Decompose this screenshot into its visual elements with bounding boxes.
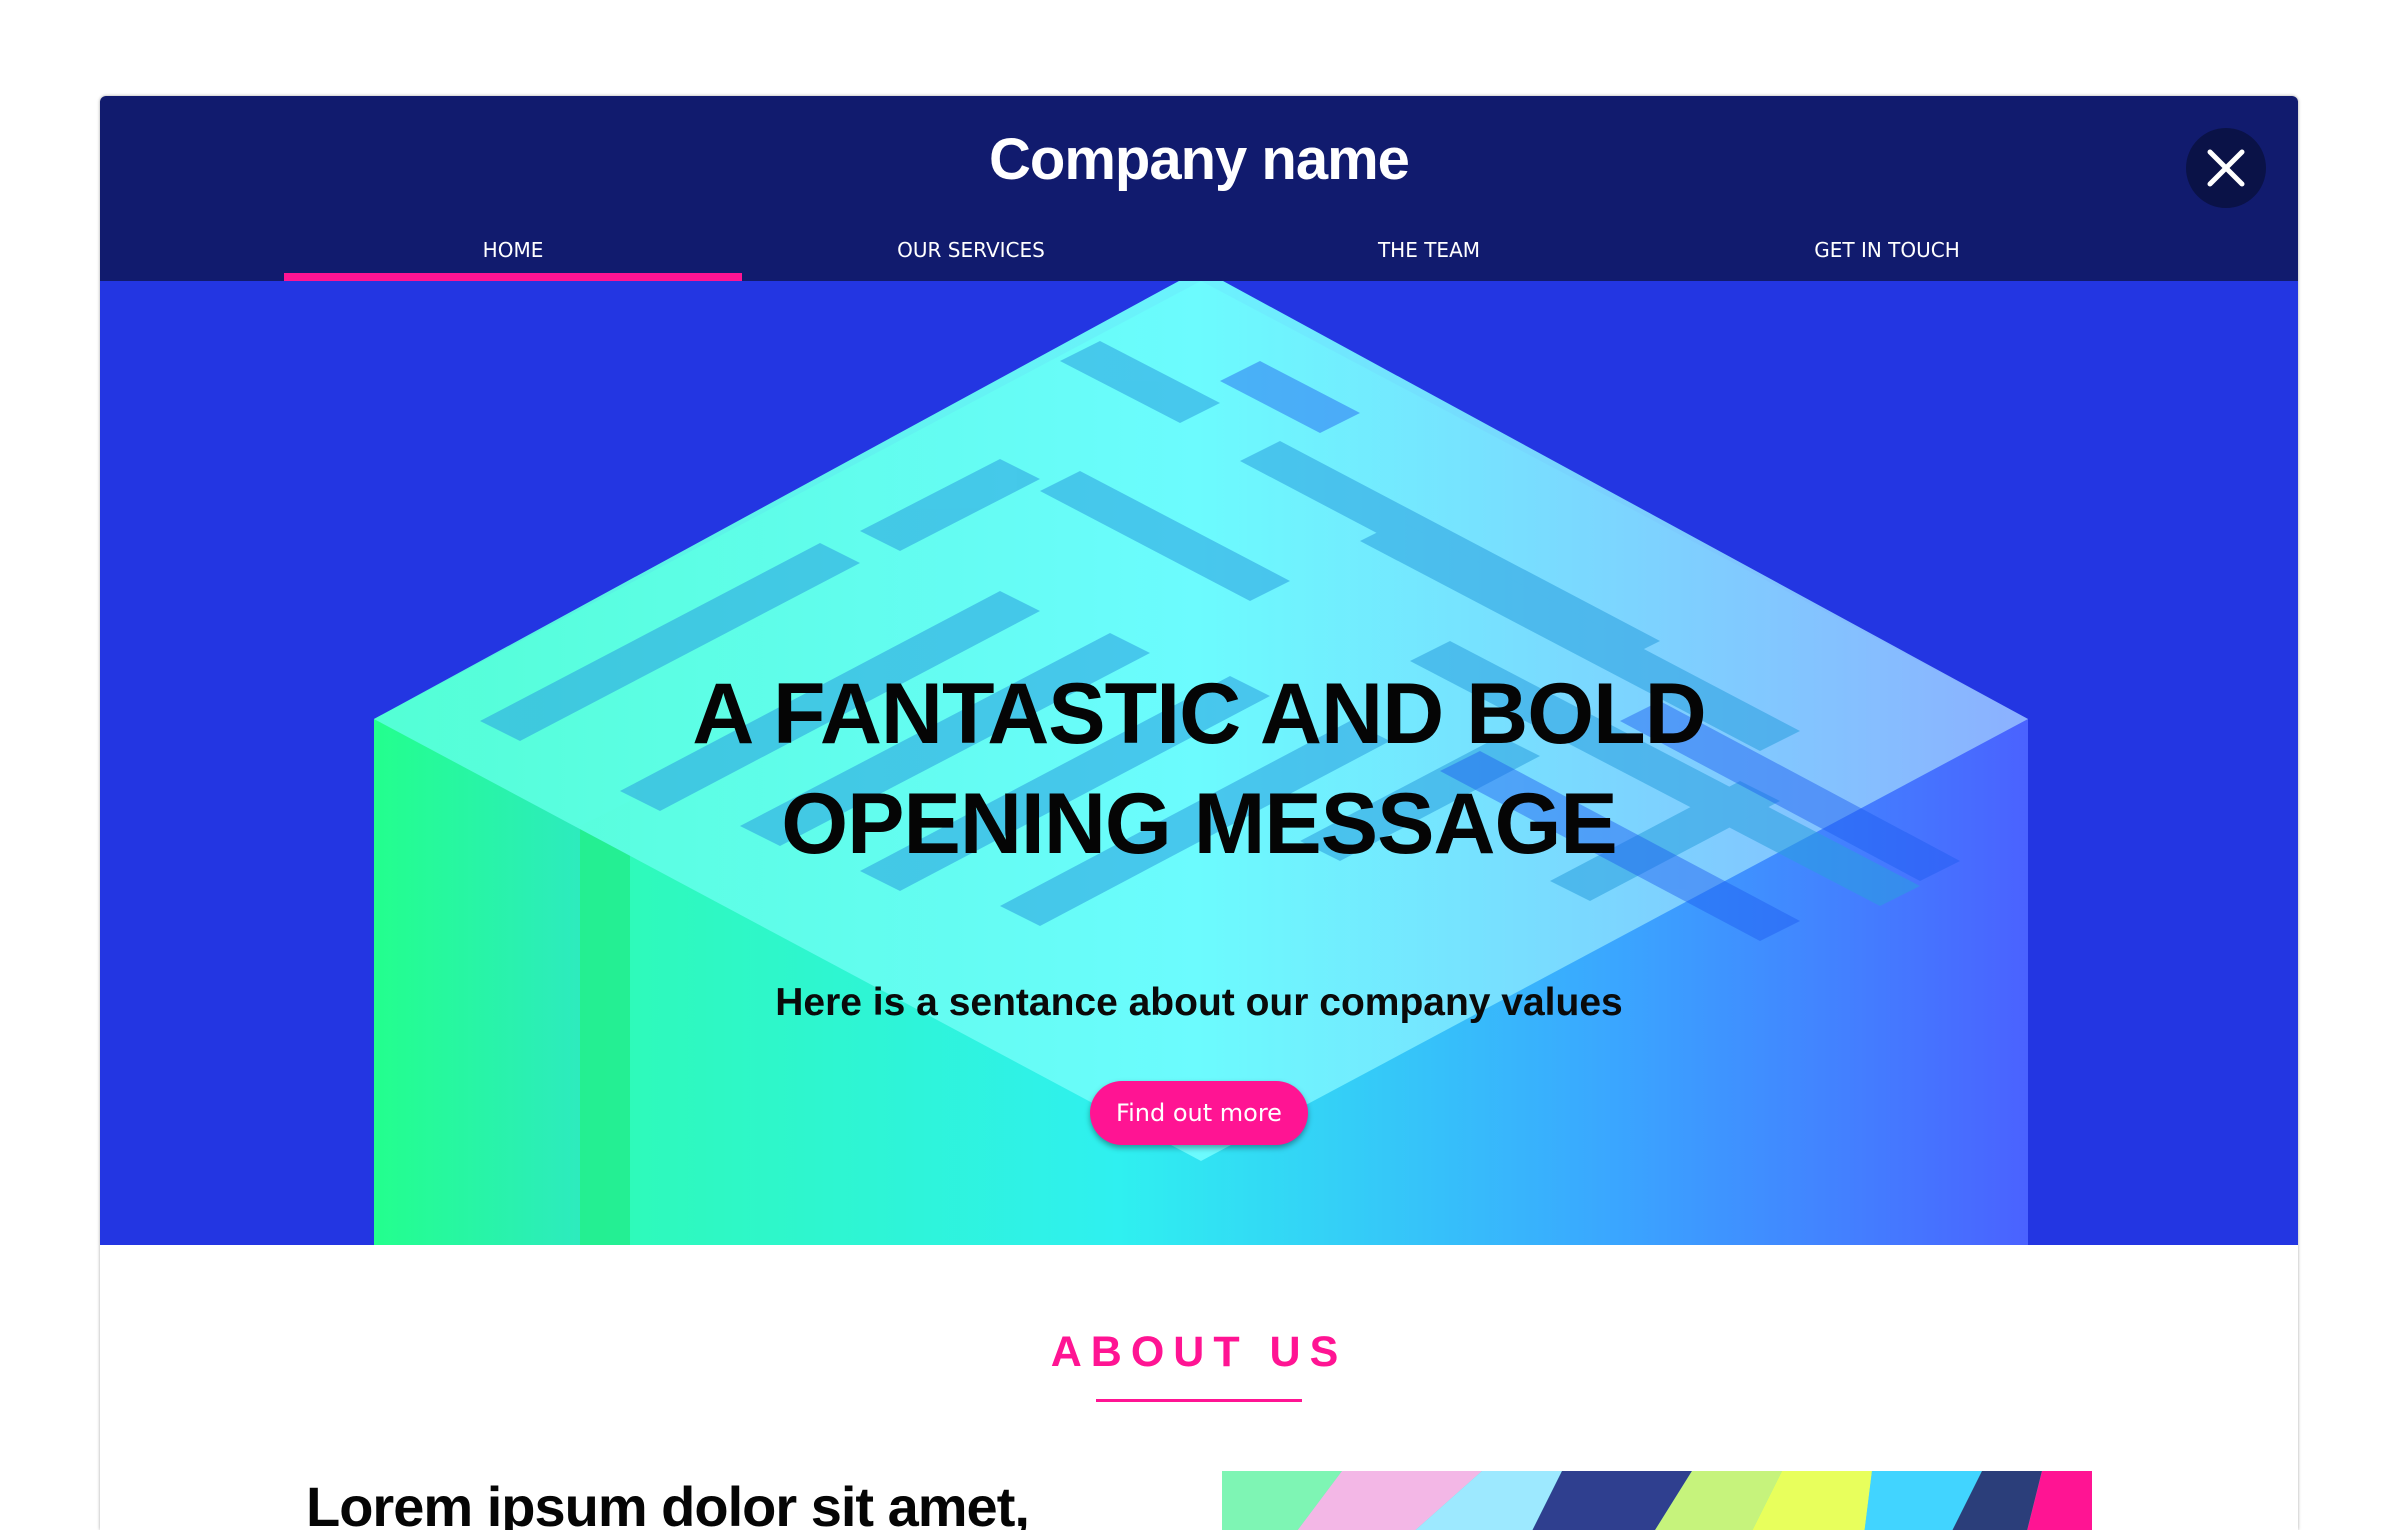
nav-item-home[interactable]: HOME — [284, 236, 742, 281]
about-image — [1222, 1471, 2092, 1530]
close-button[interactable] — [2186, 128, 2266, 208]
hero-title-line-2: OPENING MESSAGE — [781, 776, 1618, 872]
hero-title: A FANTASTIC AND BOLD OPENING MESSAGE — [100, 659, 2298, 879]
about-us-underline — [1096, 1399, 1302, 1402]
site-header: Company name HOME OUR SERVICES THE TEAM … — [100, 96, 2298, 281]
site-preview-frame: Company name HOME OUR SERVICES THE TEAM … — [100, 96, 2298, 1530]
nav-item-the-team[interactable]: THE TEAM — [1200, 236, 1658, 281]
company-name: Company name — [989, 127, 1410, 192]
close-icon — [2207, 149, 2245, 187]
about-heading: Lorem ipsum dolor sit amet, — [306, 1475, 1030, 1530]
hero-section: A FANTASTIC AND BOLD OPENING MESSAGE Her… — [100, 281, 2298, 1245]
nav-item-our-services[interactable]: OUR SERVICES — [742, 236, 1200, 281]
hero-title-line-1: A FANTASTIC AND BOLD — [692, 666, 1707, 762]
nav-item-get-in-touch[interactable]: GET IN TOUCH — [1658, 236, 2116, 281]
about-us-title: ABOUT US — [1050, 1328, 1348, 1376]
find-out-more-button[interactable]: Find out more — [1090, 1081, 1308, 1145]
hero-subtitle: Here is a sentance about our company val… — [775, 981, 1623, 1024]
low-poly-illustration — [1222, 1471, 2092, 1530]
